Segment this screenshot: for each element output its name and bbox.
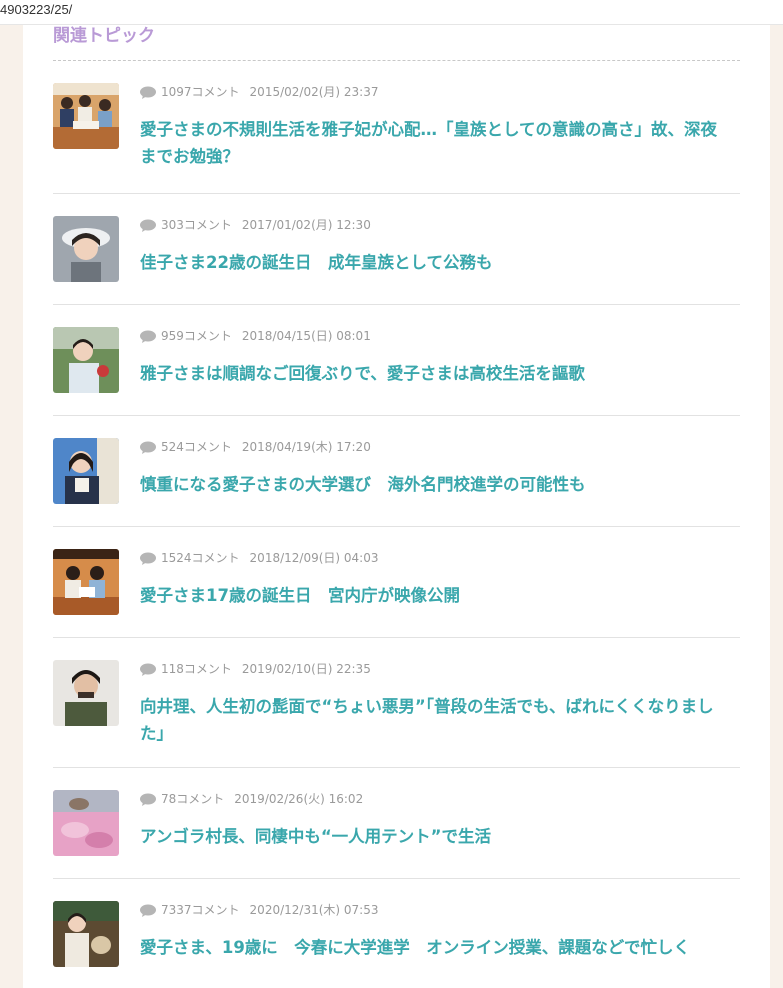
topic-link[interactable]: 佳子さま22歳の誕生日 成年皇族として公務も bbox=[140, 249, 720, 276]
topic-thumbnail[interactable] bbox=[53, 216, 119, 282]
list-item[interactable]: 1524コメント 2018/12/09(日) 04:03 愛子さま17歳の誕生日 … bbox=[53, 527, 740, 638]
topic-meta: 118コメント 2019/02/10(日) 22:35 bbox=[140, 660, 371, 680]
topic-link[interactable]: 向井理、人生初の髭面で“ちょい悪男”「普段の生活でも、ばれにくくなりました」 bbox=[140, 693, 720, 747]
topic-meta: 1097コメント 2015/02/02(月) 23:37 bbox=[140, 83, 378, 103]
topic-link[interactable]: 愛子さま、19歳に 今春に大学進学 オンライン授業、課題などで忙しく bbox=[140, 934, 720, 961]
comment-icon bbox=[140, 793, 156, 806]
topic-thumbnail[interactable] bbox=[53, 549, 119, 615]
topic-meta: 959コメント 2018/04/15(日) 08:01 bbox=[140, 327, 371, 347]
url-text: 4903223/25/ bbox=[0, 2, 73, 17]
comment-icon bbox=[140, 904, 156, 917]
topic-link[interactable]: 愛子さまの不規則生活を雅子妃が心配…「皇族としての意識の高さ」故、深夜までお勉強… bbox=[140, 116, 720, 170]
comment-icon bbox=[140, 663, 156, 676]
list-item[interactable]: 524コメント 2018/04/19(木) 17:20 慎重になる愛子さまの大学選… bbox=[53, 416, 740, 527]
list-item[interactable]: 78コメント 2019/02/26(火) 16:02 アンゴラ村長、同棲中も“一人… bbox=[53, 768, 740, 879]
list-item[interactable]: 959コメント 2018/04/15(日) 08:01 雅子さまは順調なご回復ぶり… bbox=[53, 305, 740, 416]
list-item[interactable]: 7337コメント 2020/12/31(木) 07:53 愛子さま、19歳に 今春… bbox=[53, 879, 740, 988]
related-topics-panel: 関連トピック 1097コメント 2015/02/02(月) 23:37 愛子さまの… bbox=[23, 25, 770, 988]
comment-icon bbox=[140, 86, 156, 99]
topic-thumbnail[interactable] bbox=[53, 327, 119, 393]
url-bar[interactable]: 4903223/25/ bbox=[0, 0, 783, 25]
topic-thumbnail[interactable] bbox=[53, 660, 119, 726]
section-title: 関連トピック bbox=[53, 26, 155, 46]
topic-thumbnail[interactable] bbox=[53, 790, 119, 856]
comment-icon bbox=[140, 552, 156, 565]
topic-thumbnail[interactable] bbox=[53, 83, 119, 149]
topic-link[interactable]: 慎重になる愛子さまの大学選び 海外名門校進学の可能性も bbox=[140, 471, 720, 498]
topic-link[interactable]: 雅子さまは順調なご回復ぶりで、愛子さまは高校生活を謳歌 bbox=[140, 360, 720, 387]
topic-thumbnail[interactable] bbox=[53, 901, 119, 967]
list-item[interactable]: 1097コメント 2015/02/02(月) 23:37 愛子さまの不規則生活を雅… bbox=[53, 83, 740, 194]
comment-icon bbox=[140, 219, 156, 232]
list-item[interactable]: 303コメント 2017/01/02(月) 12:30 佳子さま22歳の誕生日 成… bbox=[53, 194, 740, 305]
topic-thumbnail[interactable] bbox=[53, 438, 119, 504]
comment-icon bbox=[140, 441, 156, 454]
comment-icon bbox=[140, 330, 156, 343]
list-item[interactable]: 118コメント 2019/02/10(日) 22:35 向井理、人生初の髭面で“ち… bbox=[53, 638, 740, 768]
topic-meta: 1524コメント 2018/12/09(日) 04:03 bbox=[140, 549, 378, 569]
topic-link[interactable]: 愛子さま17歳の誕生日 宮内庁が映像公開 bbox=[140, 582, 720, 609]
topic-meta: 7337コメント 2020/12/31(木) 07:53 bbox=[140, 901, 378, 921]
topic-list: 1097コメント 2015/02/02(月) 23:37 愛子さまの不規則生活を雅… bbox=[53, 83, 740, 988]
topic-meta: 78コメント 2019/02/26(火) 16:02 bbox=[140, 790, 363, 810]
topic-link[interactable]: アンゴラ村長、同棲中も“一人用テント”で生活 bbox=[140, 823, 720, 850]
topic-meta: 303コメント 2017/01/02(月) 12:30 bbox=[140, 216, 371, 236]
topic-meta: 524コメント 2018/04/19(木) 17:20 bbox=[140, 438, 371, 458]
divider bbox=[53, 60, 740, 61]
